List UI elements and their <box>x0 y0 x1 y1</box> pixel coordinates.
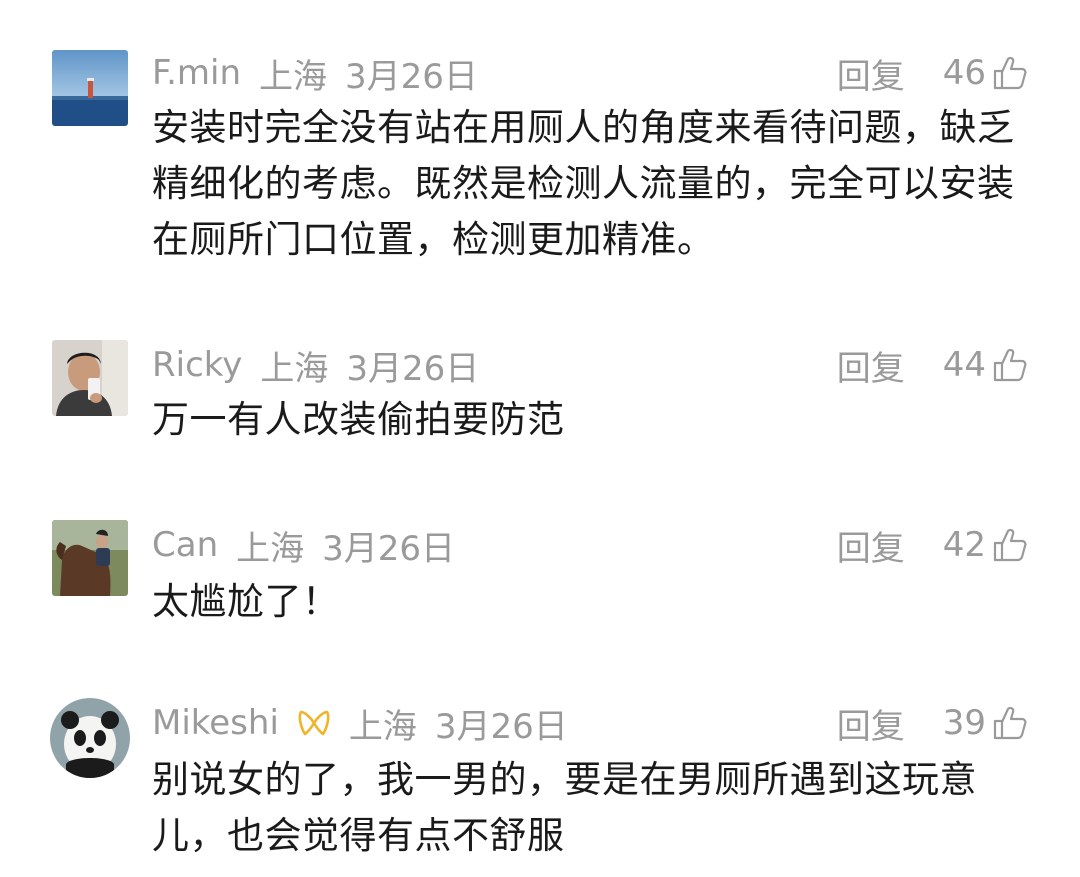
like-count: 42 <box>942 525 986 565</box>
location: 上海 <box>260 348 329 389</box>
comment-text: 万一有人改装偷拍要防范 <box>152 398 565 441</box>
reply-button[interactable]: 回复 <box>837 341 905 390</box>
avatar-image-panda <box>50 698 130 778</box>
date: 3月26日 <box>345 56 478 97</box>
date: 3月26日 <box>434 706 568 747</box>
date: 3月26日 <box>346 348 480 389</box>
comment-actions: 回复 42 <box>837 520 1028 570</box>
location: 上海 <box>348 706 417 747</box>
comment-actions: 回复 44 <box>837 340 1028 390</box>
username[interactable]: F.min <box>152 53 241 93</box>
reply-button[interactable]: 回复 <box>837 521 905 570</box>
like-count: 46 <box>942 53 986 93</box>
avatar[interactable] <box>50 698 130 778</box>
avatar[interactable] <box>52 50 128 126</box>
comment-meta: Can 上海 3月26日 <box>152 520 455 570</box>
ribbon-badge-icon <box>297 706 331 740</box>
comment-meta: Mikeshi 上海 3月26日 <box>152 698 568 748</box>
thumbs-up-icon[interactable] <box>992 527 1028 563</box>
location: 上海 <box>236 528 305 569</box>
comment-meta: F.min 上海 3月26日 <box>152 48 478 98</box>
like-count: 39 <box>942 703 986 743</box>
avatar[interactable] <box>52 340 128 416</box>
comment-actions: 回复 46 <box>837 48 1028 98</box>
comment-text: 安装时完全没有站在用厕人的角度来看待问题，缺乏精细化的考虑。既然是检测人流量的，… <box>152 106 1015 261</box>
username[interactable]: Ricky <box>152 345 242 385</box>
date: 3月26日 <box>322 528 456 569</box>
comment-meta: Ricky 上海 3月26日 <box>152 340 479 390</box>
avatar[interactable] <box>52 520 128 596</box>
username[interactable]: Mikeshi <box>152 703 279 743</box>
comment-actions: 回复 39 <box>837 698 1028 748</box>
thumbs-up-icon[interactable] <box>992 55 1028 91</box>
thumbs-up-icon[interactable] <box>992 705 1028 741</box>
avatar-image-horse <box>52 520 128 596</box>
username[interactable]: Can <box>152 525 218 565</box>
like-count: 44 <box>942 345 986 385</box>
reply-button[interactable]: 回复 <box>837 699 905 748</box>
avatar-image-seascape <box>52 50 128 126</box>
comment-text: 别说女的了，我一男的，要是在男厕所遇到这玩意儿，也会觉得有点不舒服 <box>152 758 977 857</box>
location: 上海 <box>259 56 328 97</box>
comment-text: 太尴尬了！ <box>152 580 340 623</box>
thumbs-up-icon[interactable] <box>992 347 1028 383</box>
avatar-image-selfie <box>52 340 128 416</box>
reply-button[interactable]: 回复 <box>837 49 905 98</box>
